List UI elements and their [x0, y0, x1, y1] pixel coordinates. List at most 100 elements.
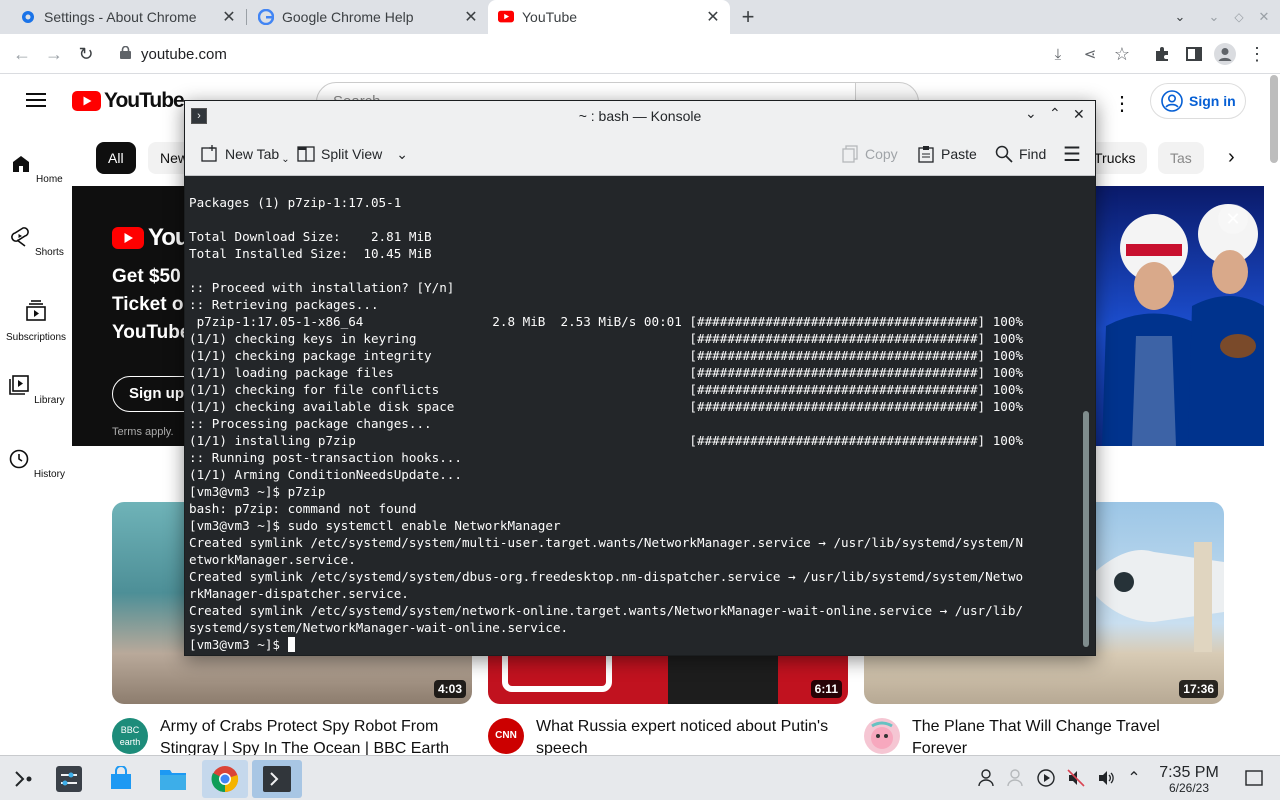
- nav-subscriptions[interactable]: Subscriptions: [0, 299, 72, 343]
- terminal-line: Created symlink /etc/systemd/system/mult…: [189, 535, 1024, 550]
- chip-label: All: [108, 150, 124, 166]
- close-icon[interactable]: ✕: [704, 8, 722, 26]
- chrome-taskbar-icon[interactable]: [202, 760, 248, 798]
- banner-line: YouTube: [112, 322, 191, 343]
- video-title[interactable]: Army of Crabs Protect Spy Robot From Sti…: [160, 716, 460, 755]
- reload-icon[interactable]: ↻: [72, 40, 100, 68]
- settings-kebab-icon[interactable]: ⋮: [1112, 91, 1132, 116]
- banner-line: Get $50: [112, 266, 181, 287]
- page-scrollbar[interactable]: [1270, 75, 1278, 163]
- split-view-button[interactable]: Split View ⌄: [297, 141, 408, 167]
- copy-button[interactable]: Copy: [841, 141, 898, 167]
- konsole-app-icon: ›: [191, 108, 207, 124]
- nav-label: Shorts: [34, 247, 64, 258]
- application-launcher-icon[interactable]: [4, 760, 42, 798]
- chip-label: Trucks: [1094, 150, 1136, 166]
- terminal-prompt-line: [vm3@vm3 ~]$: [189, 636, 1079, 653]
- terminal-line: (1/1) installing p7zip [################…: [189, 433, 1024, 448]
- sign-in-button[interactable]: Sign in: [1150, 83, 1246, 119]
- channel-badge-text: CNN: [495, 730, 517, 741]
- hamburger-menu-icon[interactable]: ☰: [1063, 141, 1081, 167]
- terminal-output[interactable]: Packages (1) p7zip-1:17.05-1 Total Downl…: [189, 178, 1079, 654]
- nav-label: Subscriptions: [5, 332, 67, 343]
- banner-youtube-logo: You: [112, 224, 190, 252]
- file-manager-icon[interactable]: [154, 760, 192, 798]
- youtube-logo-icon: [112, 227, 144, 249]
- tab-google-chrome-help[interactable]: Google Chrome Help ✕: [238, 0, 488, 34]
- terminal-line: :: Proceed with installation? [Y/n]: [189, 280, 455, 295]
- bookmark-star-icon[interactable]: ☆: [1108, 40, 1136, 68]
- google-icon: [258, 9, 274, 25]
- konsole-titlebar[interactable]: › ~ : bash — Konsole ⌄ ⌃ ✕: [185, 101, 1095, 131]
- minimize-icon[interactable]: ⌄: [1200, 3, 1228, 31]
- nav-label: Home: [36, 174, 63, 185]
- terminal-line: :: Processing package changes...: [189, 416, 432, 431]
- video-title[interactable]: What Russia expert noticed about Putin's…: [536, 716, 836, 755]
- close-window-icon[interactable]: ✕: [1250, 3, 1278, 31]
- paste-button[interactable]: Paste: [917, 141, 977, 167]
- youtube-logo-text: YouTube: [104, 89, 185, 112]
- show-desktop-icon[interactable]: [1244, 768, 1264, 788]
- nav-home[interactable]: Home: [0, 152, 72, 185]
- user-icon[interactable]: [976, 768, 996, 788]
- chevron-right-icon[interactable]: ›: [1228, 146, 1235, 169]
- tab-label: Settings - About Chrome: [44, 9, 197, 25]
- konsole-taskbar-icon[interactable]: [252, 760, 302, 798]
- tab-settings-about-chrome[interactable]: Settings - About Chrome ✕: [0, 0, 246, 34]
- discover-store-icon[interactable]: [102, 760, 140, 798]
- nav-library[interactable]: Library: [0, 373, 72, 406]
- video-duration: 4:03: [433, 680, 466, 698]
- tab-youtube[interactable]: YouTube ✕: [488, 0, 730, 34]
- media-player-icon[interactable]: [1036, 768, 1056, 788]
- channel-avatar-bbc-earth[interactable]: BBC earth: [112, 718, 148, 754]
- nav-shorts[interactable]: Shorts: [0, 225, 72, 258]
- back-arrow-icon[interactable]: ←: [8, 40, 36, 68]
- install-app-icon[interactable]: ⤓: [1044, 40, 1072, 68]
- volume-icon[interactable]: [1096, 768, 1116, 788]
- channel-avatar[interactable]: [864, 718, 900, 754]
- terminal-scrollbar[interactable]: [1083, 411, 1089, 647]
- tab-label: Google Chrome Help: [282, 9, 414, 25]
- nav-history[interactable]: History: [0, 447, 72, 480]
- new-tab-button[interactable]: New Tab ⌄: [201, 141, 290, 167]
- youtube-logo[interactable]: YouTube: [72, 89, 185, 113]
- banner-close-icon[interactable]: ✕: [1218, 204, 1248, 234]
- mute-icon[interactable]: [1066, 768, 1086, 788]
- chip-label: Tas: [1170, 150, 1192, 166]
- channel-avatar-cnn[interactable]: CNN: [488, 718, 524, 754]
- system-settings-icon[interactable]: [50, 760, 88, 798]
- maximize-icon[interactable]: ⌃: [1049, 105, 1061, 122]
- tab-search-chevron-icon[interactable]: ⌄: [1166, 3, 1194, 31]
- split-view-label: Split View: [321, 146, 383, 162]
- clock[interactable]: 7:35 PM 6/26/23: [1152, 764, 1226, 795]
- konsole-title: ~ : bash — Konsole: [578, 108, 702, 124]
- paste-label: Paste: [941, 146, 977, 162]
- restore-icon[interactable]: ◇: [1225, 3, 1253, 31]
- close-icon[interactable]: ✕: [220, 8, 238, 26]
- paste-icon: [918, 146, 934, 163]
- tray-expand-chevron-icon[interactable]: ⌃: [1124, 768, 1144, 788]
- chip-all[interactable]: All: [96, 142, 136, 174]
- find-button[interactable]: Find: [995, 141, 1046, 167]
- share-icon[interactable]: ⋖: [1076, 40, 1104, 68]
- new-tab-label: New Tab: [225, 146, 280, 162]
- close-icon[interactable]: ✕: [1073, 106, 1085, 123]
- terminal-prompt: [vm3@vm3 ~]$: [189, 637, 288, 652]
- terminal-line: :: Retrieving packages...: [189, 297, 379, 312]
- forward-arrow-icon[interactable]: →: [40, 40, 68, 68]
- chip-tas[interactable]: Tas: [1158, 142, 1204, 174]
- chrome-menu-icon[interactable]: ⋮: [1243, 40, 1271, 68]
- chevron-down-icon: ⌄: [396, 145, 408, 162]
- address-bar[interactable]: youtube.com: [108, 37, 1148, 71]
- close-icon[interactable]: ✕: [462, 8, 480, 26]
- new-tab-plus-icon[interactable]: +: [734, 3, 762, 31]
- minimize-icon[interactable]: ⌄: [1025, 105, 1037, 122]
- user-switch-icon[interactable]: [1006, 768, 1026, 788]
- video-title[interactable]: The Plane That Will Change Travel Foreve…: [912, 716, 1212, 755]
- side-panel-icon[interactable]: [1180, 40, 1208, 68]
- profile-avatar-icon[interactable]: [1211, 40, 1239, 68]
- hamburger-menu-icon[interactable]: [26, 93, 46, 107]
- terminal-line: [vm3@vm3 ~]$ sudo systemctl enable Netwo…: [189, 518, 561, 533]
- extensions-puzzle-icon[interactable]: [1148, 40, 1176, 68]
